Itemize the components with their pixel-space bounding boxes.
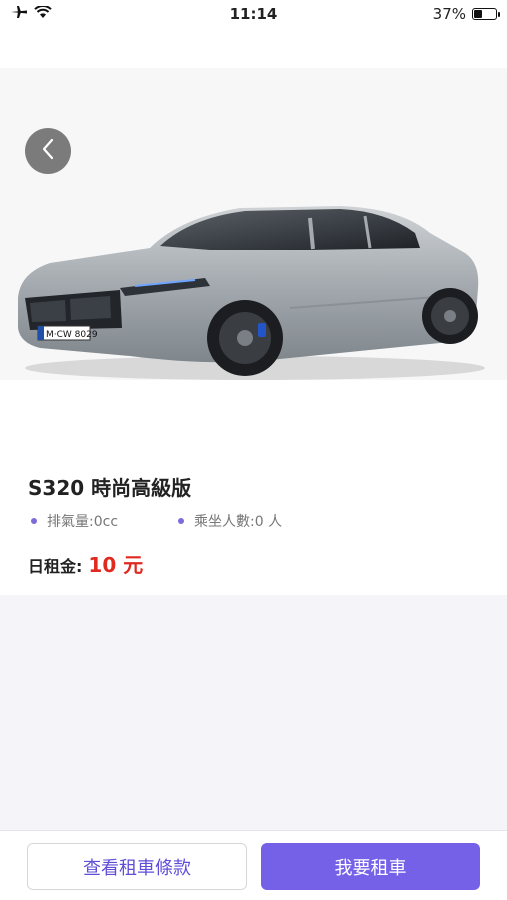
status-bar: 11:14 37% xyxy=(0,0,507,28)
bullet-dot-icon xyxy=(31,518,37,524)
chevron-left-icon xyxy=(41,138,55,164)
price-value: 10 元 xyxy=(88,553,144,577)
view-terms-button[interactable]: 查看租車條款 xyxy=(27,843,247,890)
rent-button[interactable]: 我要租車 xyxy=(261,843,480,890)
bottom-action-bar: 查看租車條款 我要租車 xyxy=(0,830,507,900)
bullet-dot-icon xyxy=(178,518,184,524)
price-label: 日租金: xyxy=(28,557,83,576)
status-left xyxy=(10,5,130,23)
airplane-icon xyxy=(10,5,28,23)
battery-icon xyxy=(472,8,500,20)
car-image: M·CW 8029 xyxy=(18,206,485,380)
spec-displacement-label: 排氣量:0cc xyxy=(47,514,119,530)
car-hero: M·CW 8029 xyxy=(0,68,507,380)
spec-seats: 乘坐人數:0 人 xyxy=(178,511,282,531)
car-info-card: S320 時尚高級版 排氣量:0cc 乘坐人數:0 人 日租金: 10 元 xyxy=(0,380,507,595)
spec-displacement: 排氣量:0cc xyxy=(31,511,118,531)
license-plate: M·CW 8029 xyxy=(46,330,98,340)
status-time: 11:14 xyxy=(229,5,278,23)
status-right: 37% xyxy=(377,5,500,23)
battery-percent: 37% xyxy=(432,5,466,23)
wifi-icon xyxy=(34,5,52,23)
battery-fill xyxy=(474,10,482,18)
spec-seats-label: 乘坐人數:0 人 xyxy=(194,514,283,530)
header-spacer xyxy=(0,28,507,68)
car-title: S320 時尚高級版 xyxy=(28,476,192,500)
back-button[interactable] xyxy=(25,128,71,174)
daily-price: 日租金: 10 元 xyxy=(28,549,143,578)
